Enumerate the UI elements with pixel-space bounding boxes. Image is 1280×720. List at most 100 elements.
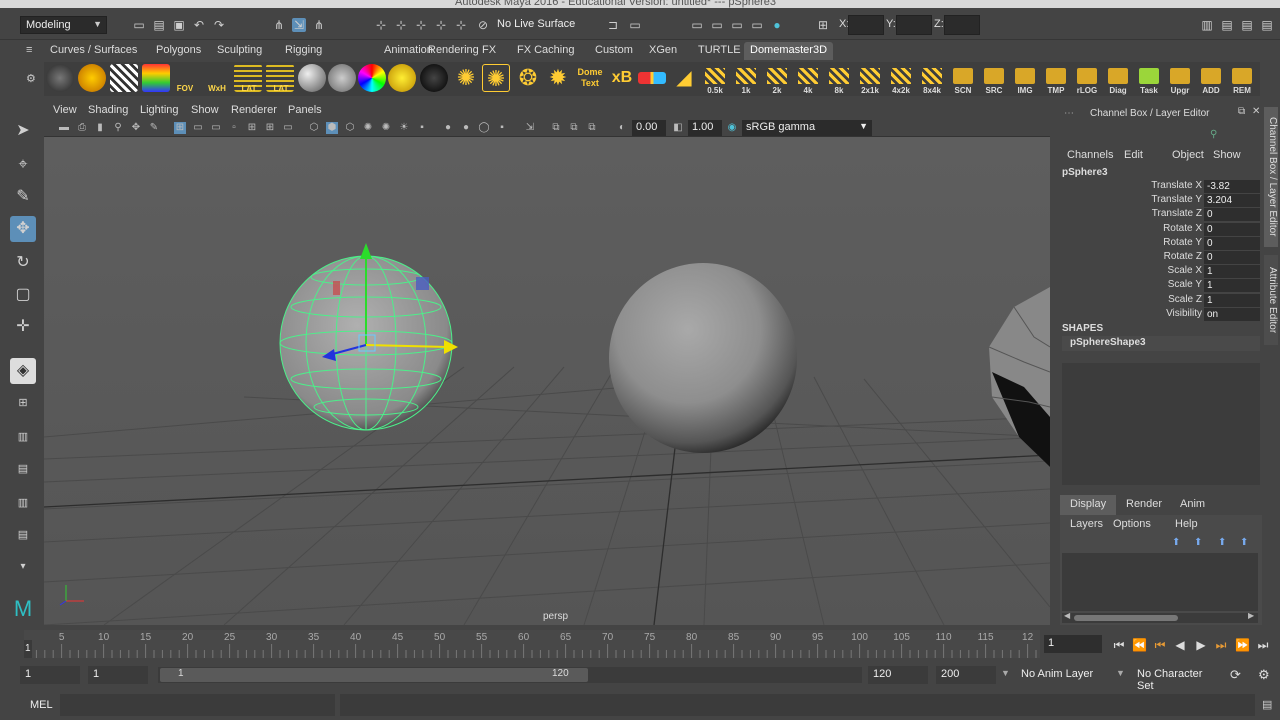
dark-sphere-icon[interactable] xyxy=(420,64,448,92)
new-scene-icon[interactable]: ▭ xyxy=(132,18,146,32)
new-layer-icon[interactable]: ⬆ xyxy=(1172,537,1180,548)
character-set-dropdown[interactable]: No Character Set xyxy=(1132,666,1226,692)
shelf-tab-custom[interactable]: Custom xyxy=(589,42,639,60)
shelf-tab-curves-surfaces[interactable]: Curves / Surfaces xyxy=(44,42,143,60)
channel-value-rotate-y[interactable]: 0 xyxy=(1204,236,1260,250)
depth-of-field-icon[interactable]: ▪ xyxy=(496,122,508,134)
channel-label-translate-x[interactable]: Translate X xyxy=(1151,180,1202,191)
noise-sphere-icon[interactable] xyxy=(328,64,356,92)
lat-icon-2[interactable]: LAT xyxy=(266,64,294,93)
move-tool-icon[interactable]: ✥ xyxy=(10,216,36,242)
layer-tab-display[interactable]: Display xyxy=(1060,495,1117,515)
gamma-field[interactable]: 1.00 xyxy=(688,120,722,136)
modeling-toolkit-icon[interactable]: ▥ xyxy=(1200,18,1214,32)
viewport-menu-shading[interactable]: Shading xyxy=(88,104,128,116)
shelf-button-4k[interactable]: 4k xyxy=(793,64,821,95)
snap-curve-icon[interactable]: ⊹ xyxy=(394,18,408,32)
starburst-boxed-icon[interactable]: ✺ xyxy=(482,64,510,92)
shadows-icon[interactable]: ▪ xyxy=(416,122,428,134)
perspective-viewport[interactable]: persp xyxy=(44,137,1050,625)
mel-command-input[interactable] xyxy=(60,694,335,716)
mel-label[interactable]: MEL xyxy=(30,699,53,711)
shelf-tab-fx[interactable]: FX xyxy=(476,42,502,60)
input-ops-icon[interactable]: ⊐ xyxy=(606,18,620,32)
shelf-button-1k[interactable]: 1k xyxy=(731,64,759,95)
snap-grid-icon[interactable]: ⊹ xyxy=(374,18,388,32)
paint-select-tool-icon[interactable]: ✎ xyxy=(10,184,36,210)
exposure-icon[interactable]: ◐ xyxy=(616,122,628,134)
shelf-button-2k[interactable]: 2k xyxy=(762,64,790,95)
xray-joints-icon[interactable]: ⧉ xyxy=(550,122,562,134)
range-slider-handle[interactable]: 1 120 xyxy=(160,668,588,682)
select-object-icon[interactable]: ⇲ xyxy=(292,18,306,32)
layer-list[interactable] xyxy=(1062,553,1258,611)
shelf-button-2x1k[interactable]: 2x1k xyxy=(855,64,883,95)
sun-icon[interactable]: ✹ xyxy=(544,64,572,92)
auto-key-icon[interactable]: ⟳ xyxy=(1230,667,1241,683)
viewport-menu-view[interactable]: View xyxy=(53,104,77,116)
select-component-icon[interactable]: ⋔ xyxy=(312,18,326,32)
safe-action-icon[interactable]: ⊞ xyxy=(264,122,276,134)
select-tool-icon[interactable]: ➤ xyxy=(10,118,36,144)
scale-tool-icon[interactable]: ▢ xyxy=(10,282,36,308)
go-to-end-icon[interactable]: ⏭ xyxy=(1256,638,1270,652)
dome-text-icon[interactable]: Dome Text xyxy=(576,64,604,92)
isolate-select-icon[interactable]: ⇲ xyxy=(524,122,536,134)
select-hierarchy-icon[interactable]: ⋔ xyxy=(272,18,286,32)
image-plane-icon[interactable]: ⚲ xyxy=(112,122,124,134)
color-management-icon[interactable]: ◉ xyxy=(726,122,738,134)
four-view-layout-icon[interactable]: ⊞ xyxy=(10,390,36,416)
side-tab-attribute-editor[interactable]: Attribute Editor xyxy=(1264,255,1278,345)
construction-history-icon[interactable]: ▭ xyxy=(628,18,642,32)
shelf-button-scn[interactable]: SCN xyxy=(948,64,976,95)
time-slider-track[interactable]: 5 10 15 20 25 30 35 40 45 50 55 60 65 70 75 80 85 90 95 100… xyxy=(24,630,1040,658)
maya-logo-icon[interactable]: M xyxy=(10,596,36,622)
layer-menu-options[interactable]: Options xyxy=(1113,518,1151,530)
last-tool-icon[interactable]: ✛ xyxy=(10,314,36,340)
channel-label-rotate-y[interactable]: Rotate Y xyxy=(1163,237,1202,248)
snap-surface-icon[interactable]: ⊹ xyxy=(454,18,468,32)
scroll-thumb[interactable] xyxy=(1074,615,1178,621)
colorspace-dropdown[interactable]: sRGB gamma ▼ xyxy=(742,120,872,136)
float-panel-icon[interactable]: ⧉ xyxy=(1238,106,1245,117)
film-gate-icon[interactable]: ▭ xyxy=(192,122,204,134)
tool-settings-icon[interactable]: ▤ xyxy=(1240,18,1254,32)
channel-value-scale-x[interactable]: 1 xyxy=(1204,265,1260,279)
channel-box-tool-icon[interactable]: ⚲ xyxy=(1210,129,1217,140)
channel-label-translate-y[interactable]: Translate Y xyxy=(1151,194,1202,205)
channel-value-rotate-x[interactable]: 0 xyxy=(1204,222,1260,236)
current-frame-marker[interactable]: 1 xyxy=(24,640,32,658)
layer-tab-render[interactable]: Render xyxy=(1116,495,1172,515)
channel-value-rotate-z[interactable]: 0 xyxy=(1204,251,1260,264)
color-wheel-icon[interactable] xyxy=(358,64,386,92)
shelf-tab-fx-caching[interactable]: FX Caching xyxy=(511,42,580,60)
playback-start-field[interactable]: 1 xyxy=(88,666,148,684)
safe-title-icon[interactable]: ▭ xyxy=(282,122,294,134)
shelf-tab-rigging[interactable]: Rigging xyxy=(279,42,328,60)
camera-select-icon[interactable]: ▬ xyxy=(58,122,70,134)
script-editor-icon[interactable]: ▤ xyxy=(1262,698,1272,711)
playback-end-field[interactable]: 120 xyxy=(868,666,928,684)
z-field[interactable] xyxy=(944,15,980,35)
viewport-menu-panels[interactable]: Panels xyxy=(288,104,322,116)
chevron-down-icon[interactable]: ▼ xyxy=(1001,668,1010,678)
gamma-icon[interactable]: ◧ xyxy=(672,122,684,134)
play-forward-icon[interactable]: ▶ xyxy=(1194,638,1208,652)
shelf-button-img[interactable]: IMG xyxy=(1010,64,1038,95)
grid-icon[interactable]: ⊞ xyxy=(174,122,186,134)
mode-dropdown[interactable]: Modeling ▼ xyxy=(20,16,107,34)
radial-grid-icon[interactable]: ❂ xyxy=(514,64,542,92)
range-slider[interactable]: 1 120 xyxy=(158,667,862,683)
preferences-icon[interactable]: ⚙ xyxy=(1258,667,1270,683)
shelf-button-task[interactable]: Task xyxy=(1134,64,1162,95)
channel-label-translate-z[interactable]: Translate Z xyxy=(1152,208,1202,219)
lasso-tool-icon[interactable]: ⌖ xyxy=(10,152,36,178)
shelf-button-diag[interactable]: Diag xyxy=(1103,64,1131,95)
ipr-render-icon[interactable]: ▭ xyxy=(730,18,744,32)
layer-scrollbar[interactable]: ◀ ▶ xyxy=(1062,611,1258,623)
panel-grip-icon[interactable]: ⋯ xyxy=(1064,108,1074,119)
snap-point-icon[interactable]: ⊹ xyxy=(414,18,428,32)
shelf-tab-turtle[interactable]: TURTLE xyxy=(692,42,747,60)
layer-tab-anim[interactable]: Anim xyxy=(1170,495,1215,515)
channel-label-rotate-x[interactable]: Rotate X xyxy=(1163,223,1202,234)
